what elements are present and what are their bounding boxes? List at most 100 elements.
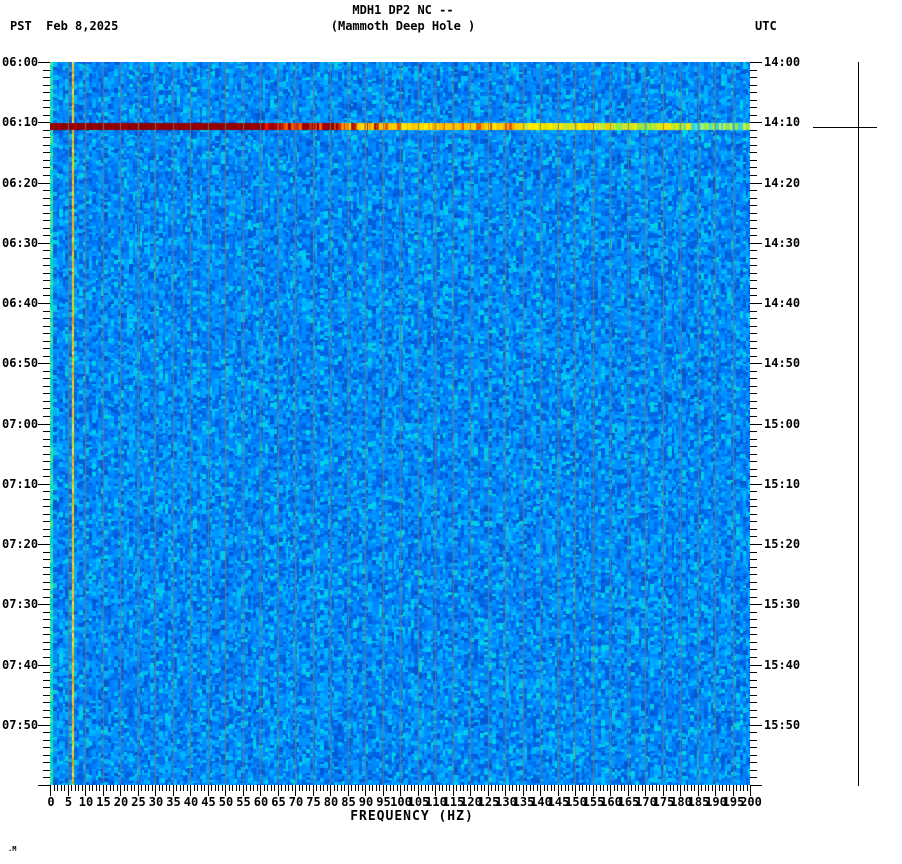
left-time-minor-tick xyxy=(43,559,50,560)
right-time-minor-tick xyxy=(750,506,757,507)
left-time-minor-tick xyxy=(43,280,50,281)
right-time-minor-tick xyxy=(750,326,757,327)
right-time-minor-tick xyxy=(750,356,757,357)
freq-minor-tick xyxy=(288,785,289,791)
freq-minor-tick xyxy=(537,785,538,791)
freq-label: 10 xyxy=(78,795,94,809)
freq-minor-tick xyxy=(323,785,324,791)
right-time-minor-tick xyxy=(750,160,757,161)
left-time-label: 07:50 xyxy=(2,718,39,732)
freq-major-tick xyxy=(260,785,261,796)
freq-label: 105 xyxy=(407,795,430,809)
freq-minor-tick xyxy=(421,785,422,791)
freq-minor-tick xyxy=(369,785,370,791)
right-time-minor-tick xyxy=(750,265,757,266)
freq-major-tick xyxy=(558,785,559,796)
freq-major-tick xyxy=(138,785,139,796)
left-time-minor-tick xyxy=(43,70,50,71)
freq-minor-tick xyxy=(362,785,363,791)
right-time-minor-tick xyxy=(750,273,757,274)
freq-minor-tick xyxy=(624,785,625,791)
right-time-minor-tick xyxy=(750,258,757,259)
freq-label: 40 xyxy=(183,795,199,809)
right-time-minor-tick xyxy=(750,439,757,440)
left-time-minor-tick xyxy=(43,777,50,778)
freq-minor-tick xyxy=(183,785,184,791)
freq-minor-tick xyxy=(705,785,706,791)
freq-minor-tick xyxy=(152,785,153,791)
right-time-minor-tick xyxy=(750,680,757,681)
freq-label: 130 xyxy=(495,795,517,809)
left-time-minor-tick xyxy=(43,695,50,696)
freq-minor-tick xyxy=(491,785,492,791)
freq-label: 175 xyxy=(652,795,675,809)
right-time-major-tick xyxy=(750,303,762,304)
freq-minor-tick xyxy=(250,785,251,791)
freq-minor-tick xyxy=(162,785,163,791)
left-time-minor-tick xyxy=(43,439,50,440)
freq-minor-tick xyxy=(127,785,128,791)
right-time-minor-tick xyxy=(750,341,757,342)
spectrogram-canvas xyxy=(50,62,750,785)
right-time-minor-tick xyxy=(750,574,757,575)
freq-minor-tick xyxy=(670,785,671,791)
freq-minor-tick xyxy=(117,785,118,791)
freq-major-tick xyxy=(610,785,611,796)
freq-minor-tick xyxy=(726,785,727,791)
right-time-minor-tick xyxy=(750,85,757,86)
freq-minor-tick xyxy=(411,785,412,791)
freq-label: 195 xyxy=(722,795,745,809)
right-time-major-tick xyxy=(750,544,762,545)
freq-minor-tick xyxy=(526,785,527,791)
freq-minor-tick xyxy=(463,785,464,791)
freq-minor-tick xyxy=(78,785,79,791)
right-time-minor-tick xyxy=(750,612,757,613)
freq-minor-tick xyxy=(89,785,90,791)
freq-minor-tick xyxy=(554,785,555,791)
left-time-minor-tick xyxy=(43,205,50,206)
freq-major-tick xyxy=(715,785,716,796)
freq-minor-tick xyxy=(568,785,569,791)
freq-minor-tick xyxy=(708,785,709,791)
left-time-minor-tick xyxy=(43,747,50,748)
right-time-major-tick xyxy=(750,183,762,184)
freq-major-tick xyxy=(470,785,471,796)
freq-minor-tick xyxy=(607,785,608,791)
left-time-label: 07:20 xyxy=(2,537,39,551)
left-time-minor-tick xyxy=(43,536,50,537)
freq-minor-tick xyxy=(194,785,195,791)
left-time-minor-tick xyxy=(43,469,50,470)
freq-major-tick xyxy=(190,785,191,796)
right-time-minor-tick xyxy=(750,280,757,281)
freq-minor-tick xyxy=(134,785,135,791)
freq-minor-tick xyxy=(397,785,398,791)
right-time-major-tick xyxy=(750,122,762,123)
right-time-minor-tick xyxy=(750,559,757,560)
freq-minor-tick xyxy=(743,785,744,791)
freq-minor-tick xyxy=(530,785,531,791)
left-time-minor-tick xyxy=(43,115,50,116)
freq-minor-tick xyxy=(176,785,177,791)
freq-label: 90 xyxy=(358,795,374,809)
left-time-minor-tick xyxy=(43,431,50,432)
right-time-minor-tick xyxy=(750,378,757,379)
right-time-minor-tick xyxy=(750,190,757,191)
left-time-minor-tick xyxy=(43,213,50,214)
left-time-minor-tick xyxy=(43,145,50,146)
freq-major-tick xyxy=(488,785,489,796)
freq-minor-tick xyxy=(740,785,741,791)
freq-minor-tick xyxy=(533,785,534,791)
left-time-minor-tick xyxy=(43,710,50,711)
freq-major-tick xyxy=(453,785,454,796)
freq-minor-tick xyxy=(201,785,202,791)
freq-minor-tick xyxy=(736,785,737,791)
freq-label: 15 xyxy=(96,795,111,809)
freq-minor-tick xyxy=(222,785,223,791)
right-time-minor-tick xyxy=(750,717,757,718)
left-time-minor-tick xyxy=(43,265,50,266)
freq-major-tick xyxy=(85,785,86,796)
right-time-minor-tick xyxy=(750,582,757,583)
left-time-minor-tick xyxy=(43,762,50,763)
right-time-minor-tick xyxy=(750,619,757,620)
freq-label: 45 xyxy=(201,795,216,809)
